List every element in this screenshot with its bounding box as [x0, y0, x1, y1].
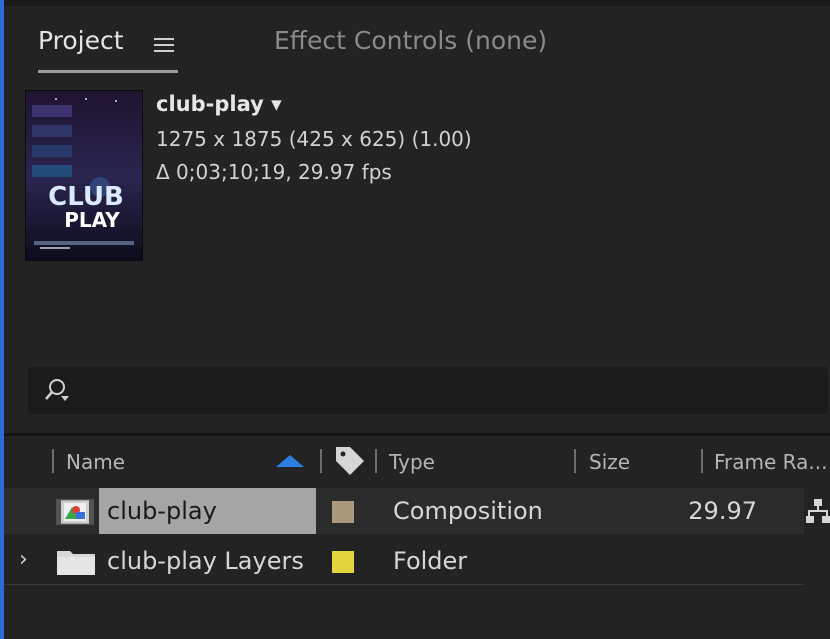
active-tab-underline — [38, 70, 178, 73]
item-thumbnail: CLUB PLAY — [25, 90, 143, 261]
item-dimensions: 1275 x 1875 (425 x 625) (1.00) — [156, 127, 472, 151]
tab-project[interactable]: Project — [38, 26, 124, 55]
row-frame-rate: 29.97 — [688, 497, 757, 525]
panel-menu-icon[interactable] — [154, 38, 174, 53]
column-frame-rate-header[interactable]: Frame Ra... — [714, 450, 827, 474]
label-color-swatch[interactable] — [332, 501, 354, 523]
item-duration: Δ 0;03;10;19, 29.97 fps — [156, 160, 392, 184]
label-tag-icon[interactable] — [334, 445, 368, 477]
panel-tab-bar: Project Effect Controls (none) — [4, 6, 830, 76]
sort-ascending-icon[interactable] — [276, 455, 304, 467]
label-color-swatch[interactable] — [332, 551, 354, 573]
row-name[interactable]: club-play — [107, 497, 217, 525]
row-type: Composition — [393, 497, 543, 525]
project-item-row[interactable]: › club-play Layers Folder — [4, 538, 804, 585]
search-input[interactable] — [28, 367, 828, 414]
column-size-header[interactable]: Size — [589, 450, 630, 474]
search-icon[interactable] — [42, 377, 72, 403]
row-name[interactable]: club-play Layers — [107, 547, 304, 575]
column-type-header[interactable]: Type — [389, 450, 435, 474]
folder-icon — [57, 551, 95, 575]
project-item-row[interactable]: club-play Composition 29.97 — [4, 488, 804, 534]
chevron-right-icon[interactable]: › — [19, 547, 28, 572]
tab-effect-controls[interactable]: Effect Controls (none) — [274, 26, 547, 55]
column-name-header[interactable]: Name — [66, 450, 125, 474]
project-panel: Project Effect Controls (none) CLUB PLAY… — [0, 0, 830, 639]
flowchart-icon[interactable] — [806, 498, 830, 524]
row-type: Folder — [393, 547, 468, 575]
column-header: Name Type Size Frame Ra... — [4, 437, 830, 485]
svg-text:PLAY: PLAY — [64, 208, 120, 232]
composition-icon — [56, 499, 94, 525]
item-name[interactable]: club-play ▾ — [156, 92, 282, 116]
